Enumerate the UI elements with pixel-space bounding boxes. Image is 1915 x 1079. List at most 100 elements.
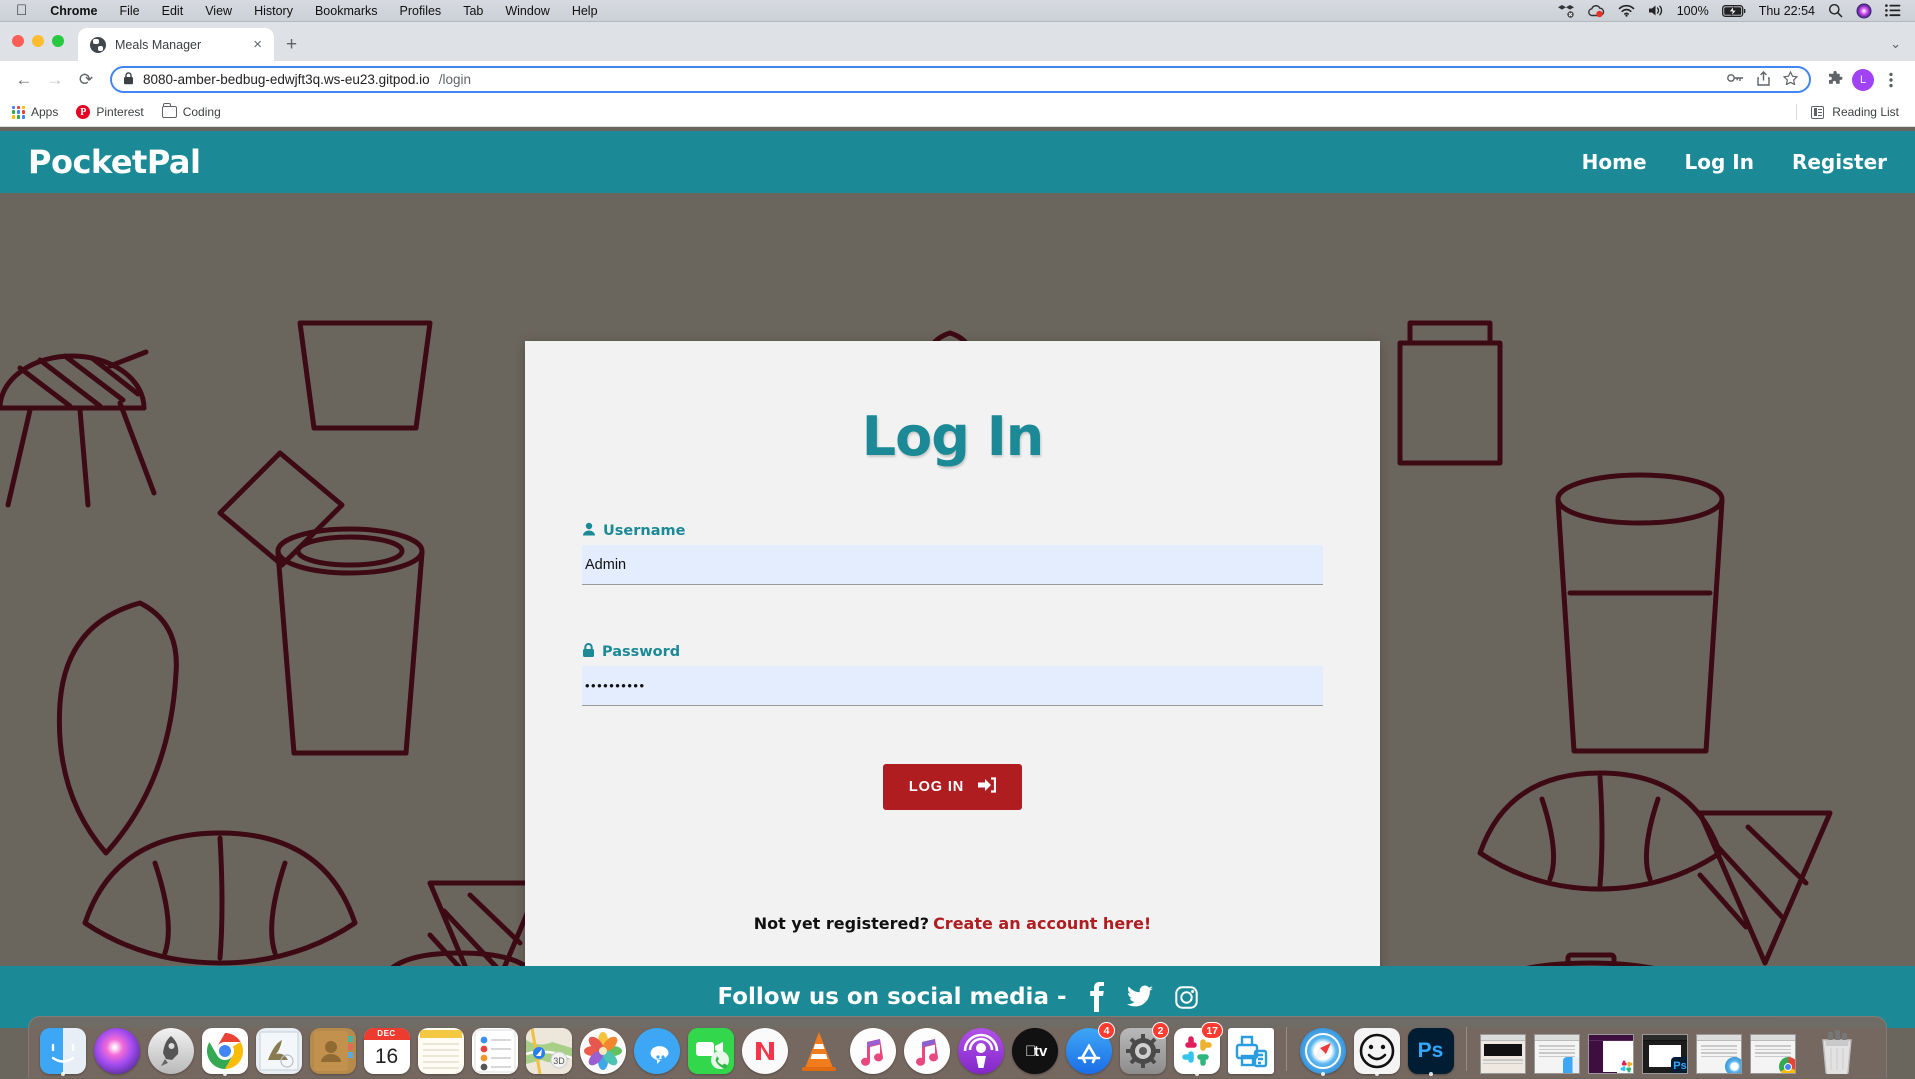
window-expand-icon[interactable]: ⌄ — [1890, 36, 1901, 52]
bookmark-apps[interactable]: Apps — [12, 105, 67, 119]
close-window-button[interactable] — [12, 35, 24, 47]
dock-item-vlc[interactable] — [794, 1024, 843, 1074]
dock-item-trash[interactable] — [1812, 1024, 1861, 1074]
minimize-window-button[interactable] — [32, 35, 44, 47]
nav-link-register[interactable]: Register — [1792, 150, 1887, 174]
minimized-window-1[interactable] — [1478, 1024, 1527, 1074]
dock-item-safari[interactable] — [1298, 1024, 1347, 1074]
dock-item-app-store[interactable]: 4 — [1064, 1024, 1113, 1074]
nav-link-login[interactable]: Log In — [1685, 150, 1754, 174]
bookmark-coding[interactable]: Coding — [162, 105, 230, 119]
extensions-puzzle-piece-icon[interactable] — [1821, 66, 1849, 94]
tab-title: Meals Manager — [115, 38, 240, 52]
reading-list-button[interactable]: Reading List — [1796, 104, 1903, 120]
profile-avatar[interactable]: L — [1852, 69, 1874, 91]
menubar-datetime[interactable]: Thu 22:54 — [1759, 4, 1815, 18]
site-brand-logo[interactable]: PocketPal — [28, 143, 200, 181]
password-key-icon[interactable] — [1727, 72, 1744, 87]
podcasts-icon — [958, 1028, 1004, 1074]
dock-item-maps[interactable]: 3D — [524, 1024, 573, 1074]
menubar-item-tab[interactable]: Tab — [452, 0, 494, 22]
minimized-window-slack[interactable] — [1586, 1024, 1635, 1074]
dock-item-apple-tv[interactable]: tv — [1010, 1024, 1059, 1074]
dock-item-siri[interactable] — [92, 1024, 141, 1074]
facebook-icon[interactable] — [1089, 982, 1105, 1012]
dock-item-photoshop[interactable]: Ps — [1406, 1024, 1455, 1074]
battery-icon[interactable] — [1722, 5, 1746, 17]
minimized-window-preview — [1696, 1034, 1742, 1074]
dock-item-reminders[interactable] — [470, 1024, 519, 1074]
forward-button[interactable]: → — [41, 66, 69, 94]
dock-divider-1 — [1286, 1027, 1287, 1071]
dock-item-smiley-app[interactable] — [1352, 1024, 1401, 1074]
search-icon[interactable] — [1828, 3, 1843, 18]
cloud-sync-icon[interactable] — [1587, 4, 1605, 18]
dock-item-slack[interactable]: 17 — [1172, 1024, 1221, 1074]
dock-item-launchpad[interactable] — [146, 1024, 195, 1074]
minimized-window-safari[interactable] — [1694, 1024, 1743, 1074]
dock-item-contacts[interactable] — [308, 1024, 357, 1074]
dock-item-photos[interactable] — [578, 1024, 627, 1074]
password-input[interactable] — [582, 666, 1323, 706]
menubar-item-edit[interactable]: Edit — [151, 0, 195, 22]
dropbox-icon[interactable] — [1558, 4, 1574, 18]
dock-item-printer-utility[interactable] — [1226, 1024, 1275, 1074]
dock-item-messages[interactable] — [632, 1024, 681, 1074]
menubar-item-help[interactable]: Help — [561, 0, 609, 22]
dock-item-music[interactable] — [902, 1024, 951, 1074]
dock-item-google-chrome[interactable] — [200, 1024, 249, 1074]
menubar-item-chrome[interactable]: Chrome — [39, 0, 108, 22]
bookmark-star-icon[interactable] — [1783, 71, 1798, 88]
share-icon[interactable] — [1757, 71, 1770, 89]
menubar-item-bookmarks[interactable]: Bookmarks — [304, 0, 389, 22]
dock-item-finder[interactable] — [38, 1024, 87, 1074]
page-viewport: PocketPal Home Log In Register — [0, 131, 1915, 1028]
siri-icon[interactable] — [1856, 3, 1872, 19]
wifi-icon[interactable] — [1618, 4, 1635, 17]
username-input[interactable] — [582, 545, 1323, 585]
menubar-item-profiles[interactable]: Profiles — [389, 0, 453, 22]
menubar-item-history[interactable]: History — [243, 0, 304, 22]
back-button[interactable]: ← — [10, 66, 38, 94]
dock-item-notes[interactable] — [416, 1024, 465, 1074]
dock-item-mail[interactable] — [254, 1024, 303, 1074]
three-dot-menu-icon[interactable] — [1877, 66, 1905, 94]
minimized-window-photoshop[interactable]: Ps — [1640, 1024, 1689, 1074]
minimized-window-preview — [1480, 1034, 1526, 1074]
close-tab-icon[interactable]: × — [249, 35, 266, 54]
menubar-item-view[interactable]: View — [194, 0, 243, 22]
apple-logo-icon[interactable]:  — [10, 0, 39, 22]
minimized-window-chrome[interactable] — [1748, 1024, 1797, 1074]
minimized-window-finder[interactable] — [1532, 1024, 1581, 1074]
browser-tab-meals-manager[interactable]: Meals Manager × — [78, 28, 274, 61]
maximize-window-button[interactable] — [52, 35, 64, 47]
control-center-icon[interactable] — [1885, 4, 1901, 17]
twitter-icon[interactable] — [1127, 985, 1153, 1009]
dock-item-news[interactable] — [740, 1024, 789, 1074]
dock-item-calendar[interactable]: DEC 16 — [362, 1024, 411, 1074]
dock-item-podcasts[interactable] — [956, 1024, 1005, 1074]
site-lock-icon[interactable] — [123, 72, 134, 88]
menubar-item-file[interactable]: File — [108, 0, 150, 22]
menubar-item-window[interactable]: Window — [494, 0, 560, 22]
bookmark-pinterest[interactable]: P Pinterest — [76, 105, 152, 119]
create-account-link[interactable]: Create an account here! — [933, 914, 1151, 933]
dock-item-itunes[interactable] — [848, 1024, 897, 1074]
address-bar[interactable]: 8080-amber-bedbug-edwjft3q.ws-eu23.gitpo… — [110, 66, 1811, 93]
contacts-icon — [310, 1028, 356, 1074]
reload-button[interactable]: ⟳ — [72, 66, 100, 94]
calendar-icon: DEC 16 — [364, 1028, 410, 1074]
login-button[interactable]: LOG IN — [883, 764, 1022, 810]
instagram-icon[interactable] — [1175, 986, 1198, 1009]
tab-strip: Meals Manager × + ⌄ — [0, 22, 1915, 61]
dock-item-facetime[interactable] — [686, 1024, 735, 1074]
address-bar-actions — [1727, 71, 1798, 89]
dock-item-system-preferences[interactable]: 2 — [1118, 1024, 1167, 1074]
volume-icon[interactable] — [1648, 4, 1664, 17]
menubar-status-icons: 100% Thu 22:54 — [1558, 3, 1915, 19]
google-chrome-icon — [202, 1028, 248, 1074]
new-tab-button[interactable]: + — [286, 35, 297, 54]
trash-icon — [1816, 1028, 1858, 1074]
window-titlebar — [1643, 1035, 1687, 1041]
nav-link-home[interactable]: Home — [1582, 150, 1647, 174]
